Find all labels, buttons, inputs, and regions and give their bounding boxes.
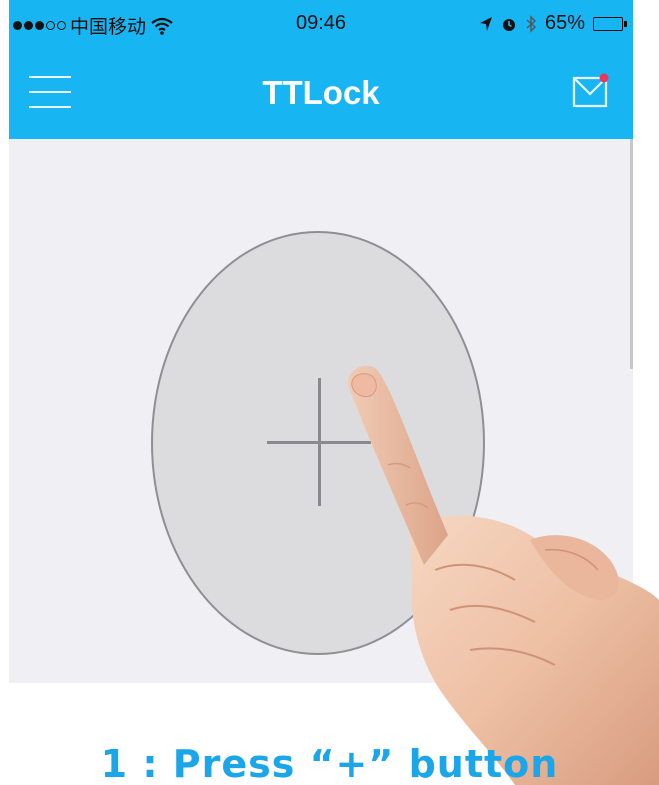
- mail-button[interactable]: [571, 70, 611, 110]
- page-title: TTLock: [262, 74, 380, 111]
- bluetooth-icon: [526, 14, 536, 33]
- phone-screen: 中国移动 09:46 65% TTLock: [9, 0, 633, 683]
- nav-bar: TTLock: [9, 48, 633, 139]
- location-arrow-icon: [479, 16, 492, 31]
- mail-icon: [572, 73, 609, 108]
- battery-percent: 65%: [544, 12, 585, 34]
- alarm-icon: [502, 18, 515, 31]
- battery-icon: [593, 16, 627, 31]
- status-right: 65%: [479, 12, 627, 35]
- main-content: [9, 139, 633, 683]
- page: 中国移动 09:46 65% TTLock 1: Press “+” butt…: [0, 0, 659, 785]
- add-lock-button[interactable]: [151, 231, 485, 655]
- notification-dot: [599, 73, 609, 83]
- scrollbar[interactable]: [630, 139, 633, 369]
- instruction-caption: 1 : Press “+” button: [100, 742, 559, 785]
- status-bar: 中国移动 09:46 65%: [9, 0, 633, 48]
